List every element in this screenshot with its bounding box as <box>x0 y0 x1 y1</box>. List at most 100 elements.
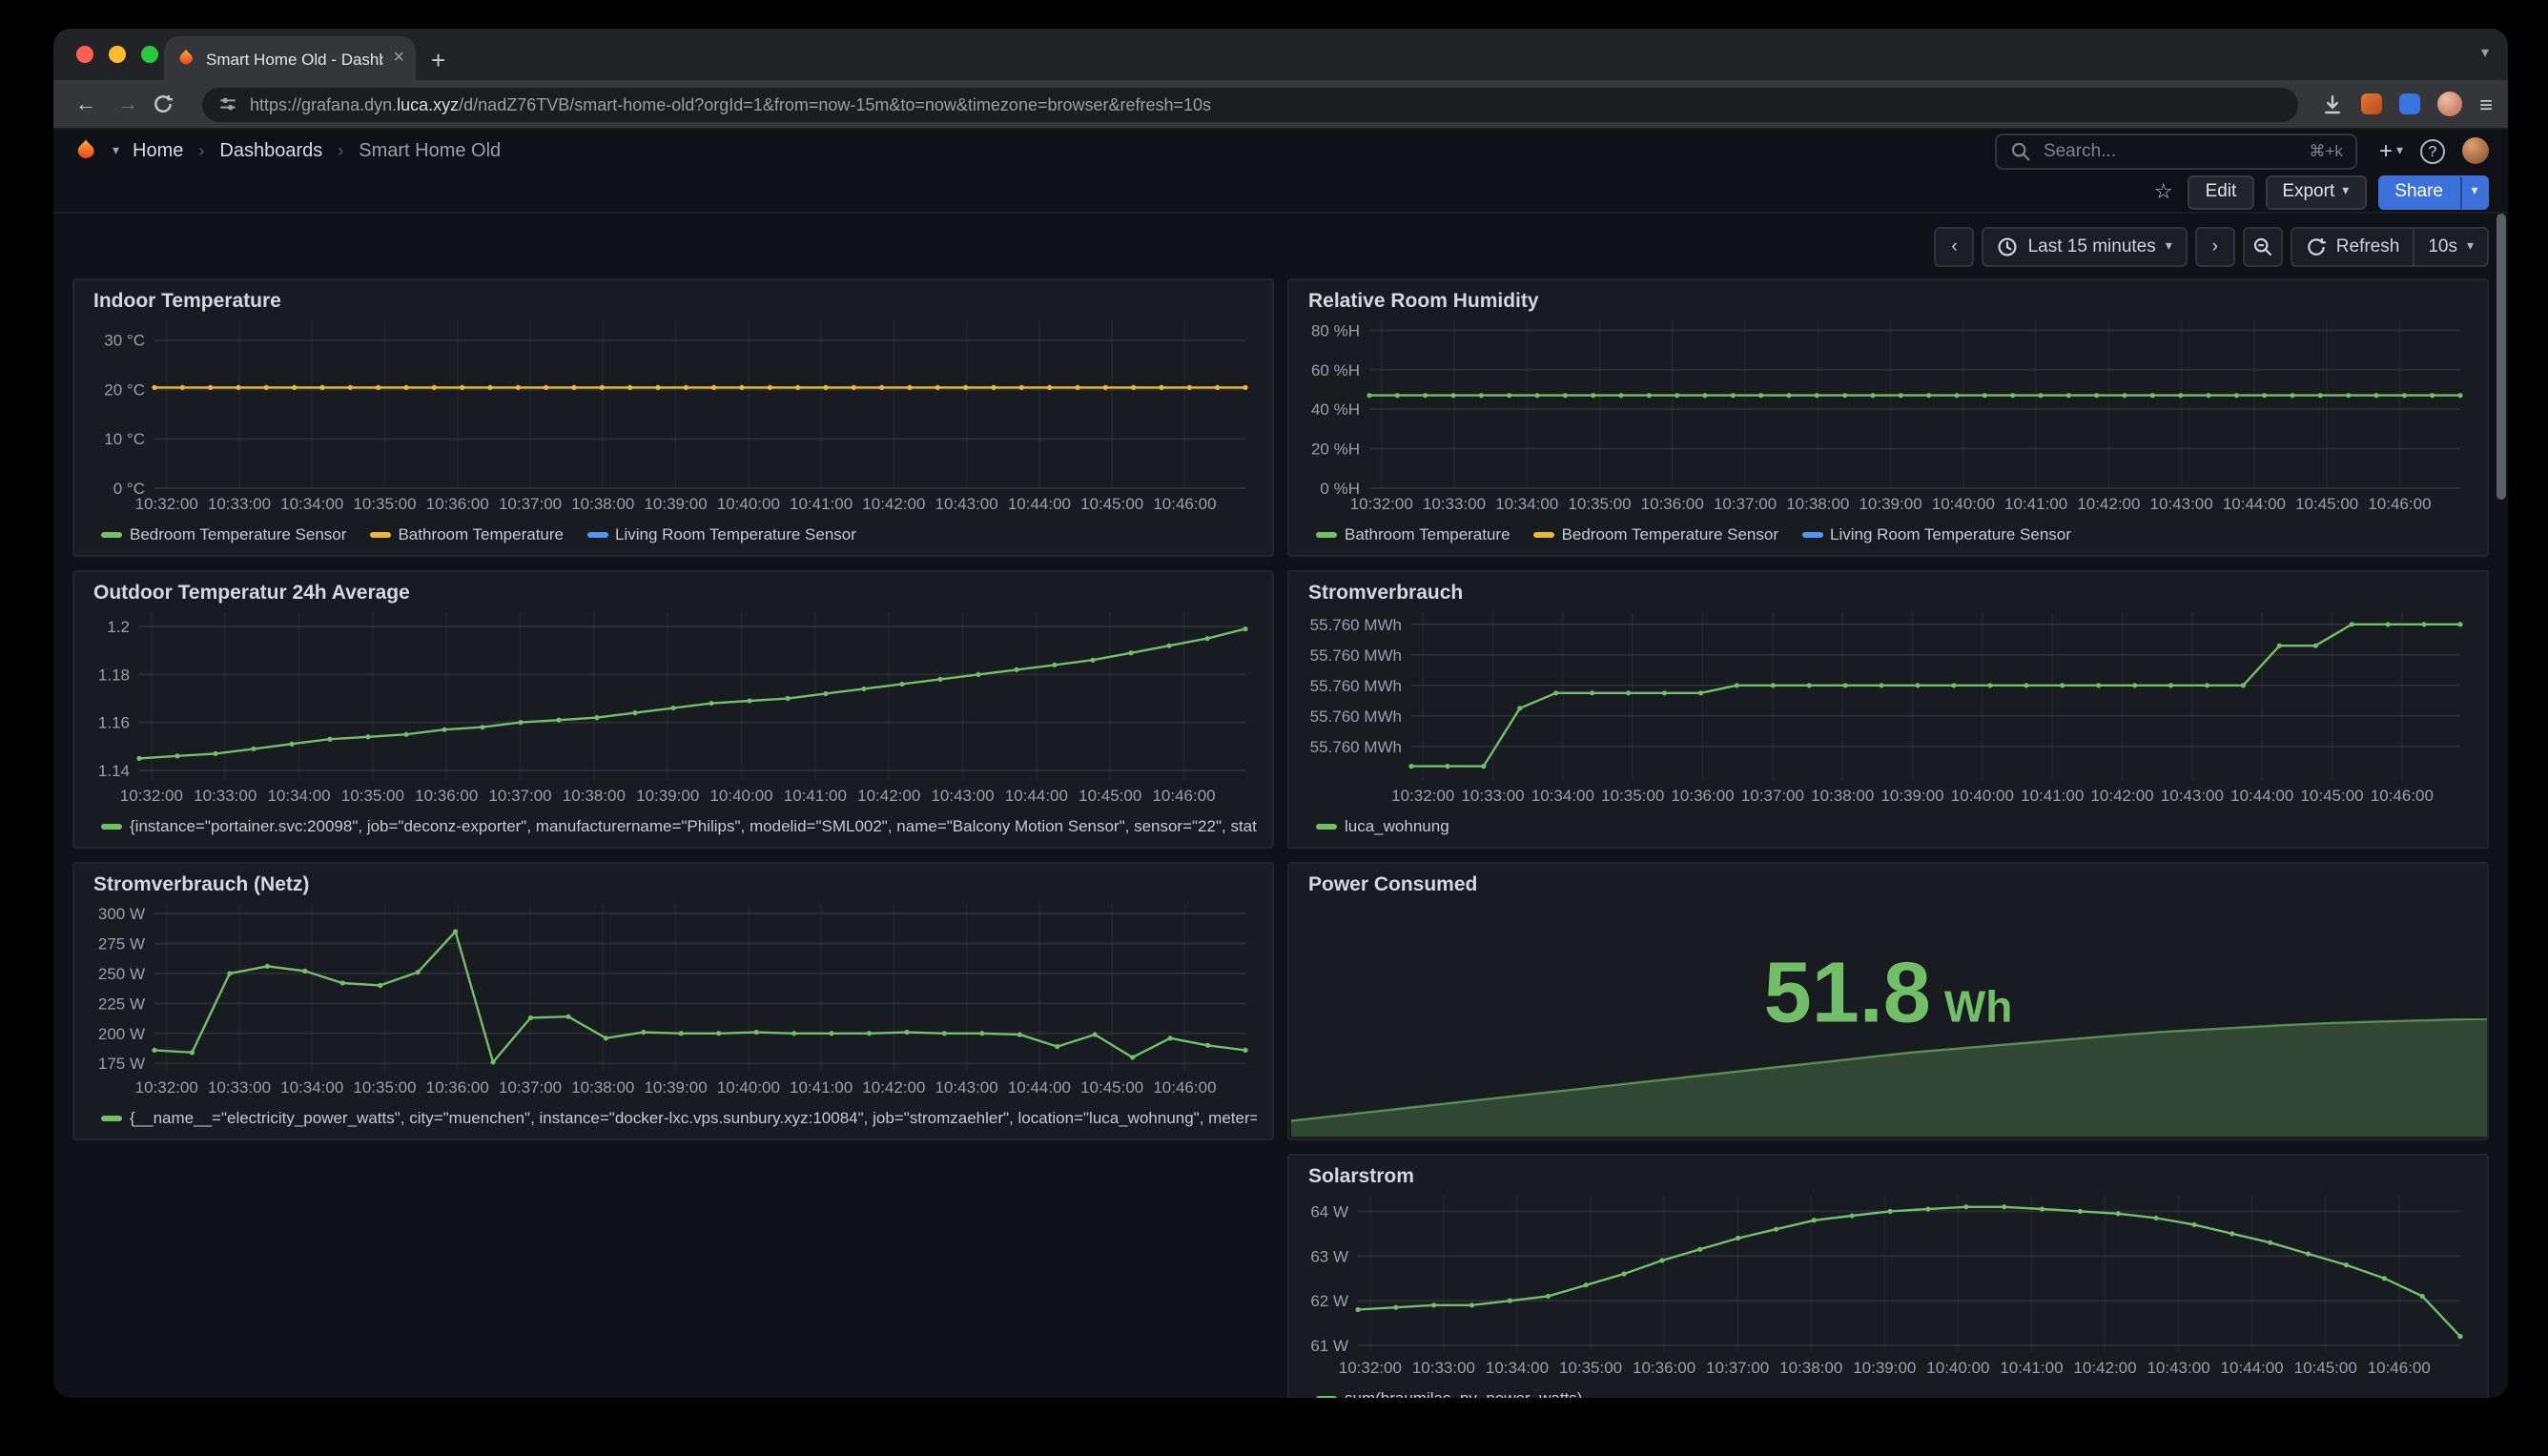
minimize-window-button[interactable] <box>109 46 126 63</box>
new-button[interactable]: + ▾ <box>2379 139 2403 162</box>
browser-menu-icon[interactable]: ≡ <box>2479 92 2493 115</box>
legend-item[interactable]: Bathroom Temperature <box>1316 523 1510 545</box>
help-icon[interactable]: ? <box>2420 138 2445 163</box>
panel-title[interactable]: Relative Room Humidity <box>1305 290 2472 320</box>
legend-label: {__name__="electricity_power_watts", cit… <box>130 1108 1257 1127</box>
edit-button[interactable]: Edit <box>2188 174 2254 209</box>
time-range-button[interactable]: Last 15 minutes ▾ <box>1983 226 2188 266</box>
svg-text:1.16: 1.16 <box>98 714 130 732</box>
tab-search-chevron-icon[interactable]: ▾ <box>2481 44 2489 61</box>
svg-text:10:42:00: 10:42:00 <box>2090 787 2153 805</box>
new-tab-button[interactable]: + <box>431 48 445 72</box>
panel-title[interactable]: Solarstrom <box>1305 1165 2472 1196</box>
legend-item[interactable]: Living Room Temperature Sensor <box>586 523 856 545</box>
download-icon[interactable] <box>2321 92 2344 115</box>
scrollbar-thumb[interactable] <box>2497 214 2506 500</box>
legend-color-chip <box>369 531 390 537</box>
legend-item[interactable]: Bedroom Temperature Sensor <box>1533 523 1778 545</box>
svg-text:10:43:00: 10:43:00 <box>2161 787 2224 805</box>
refresh-interval-button[interactable]: 10s ▾ <box>2414 226 2489 266</box>
panel-title[interactable]: Outdoor Temperatur 24h Average <box>90 582 1257 612</box>
extension-icon-1[interactable] <box>2361 93 2382 114</box>
legend-item[interactable]: Bedroom Temperature Sensor <box>101 523 346 545</box>
svg-text:10:44:00: 10:44:00 <box>1008 1078 1071 1097</box>
browser-profile-avatar[interactable] <box>2437 92 2462 116</box>
breadcrumb-separator: › <box>198 141 204 160</box>
browser-tab[interactable]: Smart Home Old - Dashboards × <box>164 36 416 80</box>
svg-text:10:32:00: 10:32:00 <box>120 787 183 805</box>
svg-text:1.14: 1.14 <box>98 762 130 780</box>
humidity-chart[interactable]: 0 %H20 %H40 %H60 %H80 %H10:32:0010:33:00… <box>1305 320 2472 519</box>
panel-solarstrom: Solarstrom 61 W62 W63 W64 W10:32:0010:33… <box>1287 1154 2489 1398</box>
legend-item[interactable]: {__name__="electricity_power_watts", cit… <box>101 1106 1257 1129</box>
time-forward-button[interactable]: › <box>2195 226 2235 266</box>
svg-text:275 W: 275 W <box>98 934 145 953</box>
solarstrom-chart[interactable]: 61 W62 W63 W64 W10:32:0010:33:0010:34:00… <box>1305 1196 2472 1383</box>
grafana-favicon-icon <box>175 48 196 69</box>
share-button[interactable]: Share <box>2377 174 2460 209</box>
legend-color-chip <box>101 823 122 829</box>
browser-tab-strip: Smart Home Old - Dashboards × + ▾ <box>53 29 2508 80</box>
refresh-button[interactable]: Refresh <box>2291 226 2415 266</box>
indoor-temperature-chart[interactable]: 0 °C10 °C20 °C30 °C10:32:0010:33:0010:34… <box>90 320 1257 519</box>
panel-title[interactable]: Indoor Temperature <box>90 290 1257 320</box>
svg-text:10:41:00: 10:41:00 <box>790 1078 853 1097</box>
svg-text:10:36:00: 10:36:00 <box>415 787 478 805</box>
panel-title[interactable]: Stromverbrauch <box>1305 582 2472 612</box>
breadcrumb-current: Smart Home Old <box>359 140 501 161</box>
svg-text:10:33:00: 10:33:00 <box>1423 495 1486 513</box>
reload-button[interactable] <box>153 93 187 114</box>
legend-item[interactable]: sum(braumilas_pv_power_watts) <box>1316 1386 1582 1398</box>
back-button[interactable]: ← <box>69 92 103 115</box>
outdoor-temperature-chart[interactable]: 1.141.161.181.210:32:0010:33:0010:34:001… <box>90 612 1257 810</box>
legend-item[interactable]: luca_wohnung <box>1316 814 1449 837</box>
svg-text:175 W: 175 W <box>98 1055 145 1073</box>
svg-text:10:36:00: 10:36:00 <box>1633 1359 1695 1377</box>
stromverbrauch-chart[interactable]: 55.760 MWh55.760 MWh55.760 MWh55.760 MWh… <box>1305 612 2472 810</box>
close-window-button[interactable] <box>76 46 93 63</box>
breadcrumb-dashboards[interactable]: Dashboards <box>219 140 322 161</box>
extension-icon-2[interactable] <box>2399 93 2420 114</box>
legend-item[interactable]: Bathroom Temperature <box>369 523 564 545</box>
svg-text:64 W: 64 W <box>1310 1202 1348 1220</box>
svg-text:10:43:00: 10:43:00 <box>935 1078 998 1097</box>
legend-color-chip <box>101 1115 122 1120</box>
panel-grid: Indoor Temperature 0 °C10 °C20 °C30 °C10… <box>53 278 2508 1398</box>
share-menu-button[interactable]: ▾ <box>2460 174 2489 209</box>
legend-item[interactable]: {instance="portainer.svc:20098", job="de… <box>101 814 1257 837</box>
chevron-down-icon[interactable]: ▾ <box>113 143 119 158</box>
svg-text:10:46:00: 10:46:00 <box>2368 495 2431 513</box>
svg-text:10:42:00: 10:42:00 <box>862 495 925 513</box>
zoom-out-button[interactable] <box>2243 226 2283 266</box>
dashboard: ‹ Last 15 minutes ▾ › Refresh 10s <box>53 225 2508 1398</box>
svg-text:10:45:00: 10:45:00 <box>1080 1078 1143 1097</box>
tab-close-icon[interactable]: × <box>393 49 404 68</box>
address-bar[interactable]: https://grafana.dyn.luca.xyz/d/nadZ76TVB… <box>202 87 2298 121</box>
search-input[interactable]: Search... ⌘+k <box>1996 133 2358 169</box>
legend-label: Bathroom Temperature <box>1345 524 1510 543</box>
breadcrumb-home[interactable]: Home <box>133 140 183 161</box>
legend-color-chip <box>1316 823 1337 829</box>
zoom-window-button[interactable] <box>141 46 158 63</box>
svg-text:61 W: 61 W <box>1310 1337 1348 1355</box>
legend-label: Living Room Temperature Sensor <box>1830 524 2071 543</box>
svg-text:10:33:00: 10:33:00 <box>194 787 257 805</box>
site-info-icon[interactable] <box>217 93 238 114</box>
panel-title[interactable]: Stromverbrauch (Netz) <box>90 873 1257 904</box>
svg-text:10:35:00: 10:35:00 <box>1568 495 1631 513</box>
legend: {instance="portainer.svc:20098", job="de… <box>90 810 1257 837</box>
user-avatar[interactable] <box>2462 137 2489 164</box>
stromverbrauch-netz-chart[interactable]: 175 W200 W225 W250 W275 W300 W10:32:0010… <box>90 904 1257 1102</box>
legend-label: {instance="portainer.svc:20098", job="de… <box>130 816 1257 835</box>
forward-button[interactable]: → <box>111 92 145 115</box>
export-button[interactable]: Export ▾ <box>2265 174 2366 209</box>
favorite-star-icon[interactable]: ☆ <box>2154 179 2173 204</box>
time-back-button[interactable]: ‹ <box>1935 226 1975 266</box>
export-label: Export <box>2282 181 2334 202</box>
svg-text:10:38:00: 10:38:00 <box>571 1078 634 1097</box>
svg-text:10:42:00: 10:42:00 <box>2073 1359 2136 1377</box>
svg-text:10:46:00: 10:46:00 <box>2368 1359 2431 1377</box>
grafana-logo[interactable] <box>72 137 99 164</box>
panel-title[interactable]: Power Consumed <box>1305 873 2472 904</box>
legend-item[interactable]: Living Room Temperature Sensor <box>1801 523 2071 545</box>
